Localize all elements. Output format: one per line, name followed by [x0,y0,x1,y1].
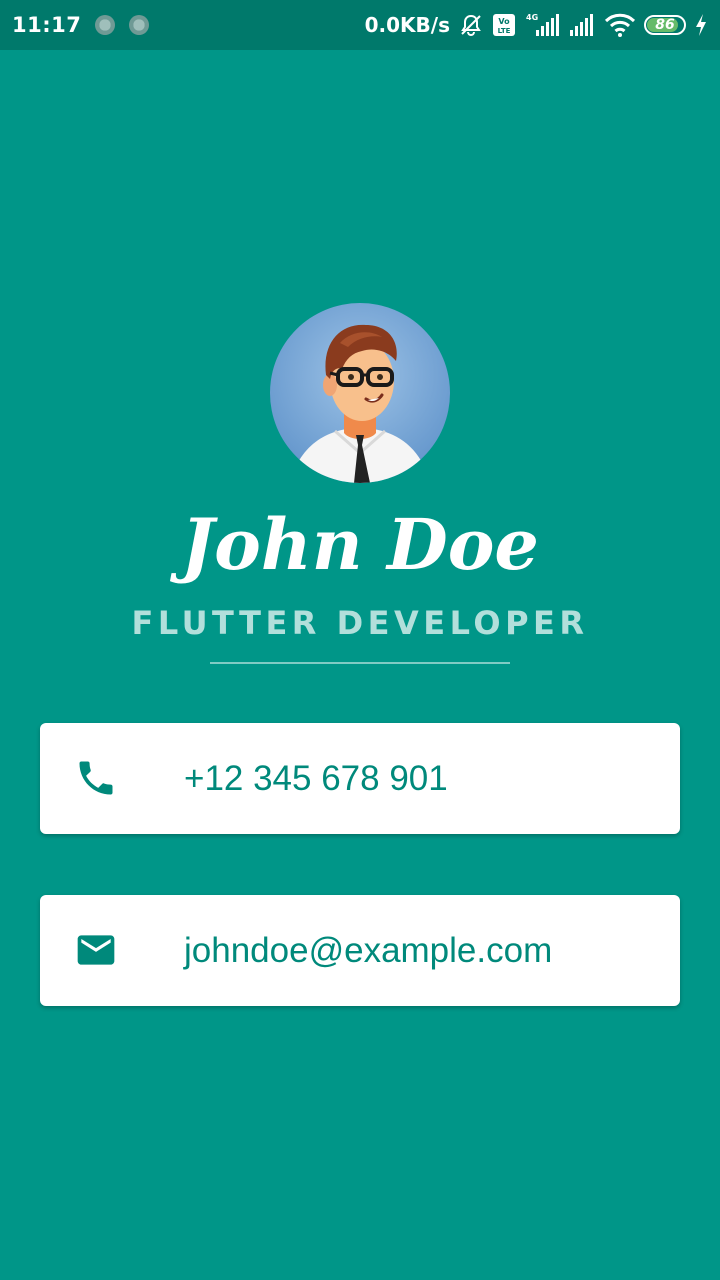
battery-level: 86 [655,17,675,33]
email-card[interactable]: johndoe@example.com [40,895,680,1006]
phone-card[interactable]: +12 345 678 901 [40,723,680,834]
network-speed: 0.0KB/s [364,13,450,37]
profile-avatar [270,303,450,483]
volte-icon: Vo LTE [492,13,516,37]
volte-text-top: Vo [498,17,510,26]
signal-icon [568,12,596,38]
mute-icon [458,12,484,38]
volte-text-bottom: LTE [498,27,511,35]
charging-icon [694,13,708,37]
phone-number: +12 345 678 901 [184,758,448,798]
notification-dot-icon [129,15,150,35]
status-right: 0.0KB/s Vo LTE 4G 86 [365,12,708,38]
avatar-illustration [290,324,430,483]
phone-icon [74,756,118,800]
profile-name: John Doe [181,503,539,586]
status-left: 11:17 [12,13,150,37]
notification-dot-icon [95,15,116,35]
wifi-icon [604,12,636,38]
status-bar: 11:17 0.0KB/s Vo LTE 4G 86 [0,0,720,50]
divider [210,662,510,664]
status-time: 11:17 [12,13,82,37]
signal-icon: 4G [524,12,560,38]
battery-icon: 86 [644,15,686,35]
email-address: johndoe@example.com [184,930,553,970]
mail-icon [74,928,118,972]
profile-title: FLUTTER DEVELOPER [131,604,589,642]
network-type-label: 4G [526,13,538,22]
